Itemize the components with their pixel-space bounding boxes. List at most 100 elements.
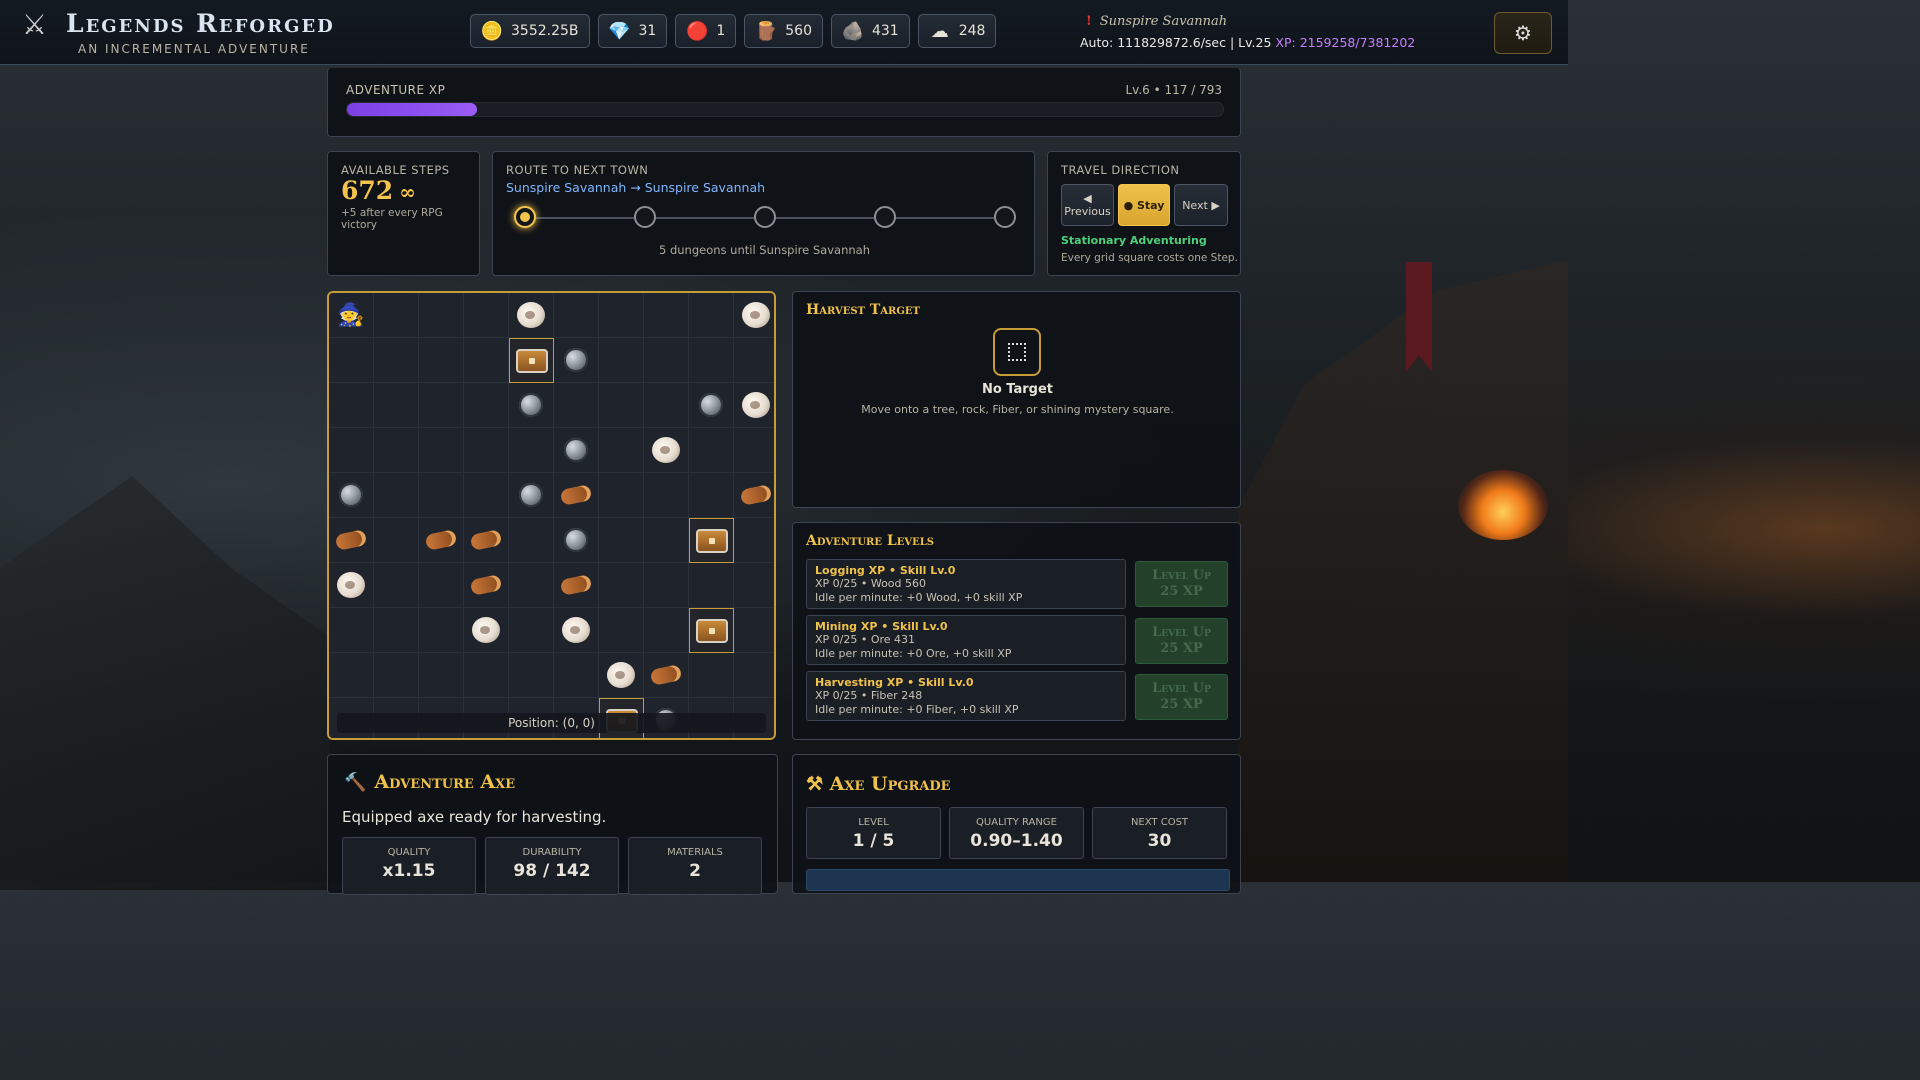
grid-cell[interactable] (689, 563, 734, 608)
grid-cell[interactable] (734, 293, 774, 338)
grid-cell[interactable] (509, 428, 554, 473)
grid-cell[interactable] (329, 383, 374, 428)
grid-cell[interactable] (554, 608, 599, 653)
grid-cell[interactable] (689, 383, 734, 428)
grid-cell[interactable] (689, 653, 734, 698)
route-link[interactable]: Sunspire Savannah → Sunspire Savannah (506, 180, 765, 195)
grid-cell[interactable] (329, 563, 374, 608)
resource-ore[interactable]: 🪨 431 (830, 14, 910, 48)
grid-cell[interactable] (644, 338, 689, 383)
grid-cell[interactable] (374, 428, 419, 473)
grid-cell[interactable] (599, 293, 644, 338)
grid-cell[interactable] (599, 338, 644, 383)
grid-cell[interactable] (734, 338, 774, 383)
grid-cell[interactable] (554, 338, 599, 383)
grid-cell[interactable] (644, 473, 689, 518)
grid-cell[interactable] (689, 293, 734, 338)
grid-cell[interactable] (509, 518, 554, 563)
grid-cell[interactable] (734, 428, 774, 473)
grid-cell[interactable] (734, 608, 774, 653)
grid-cell[interactable] (554, 563, 599, 608)
grid-cell[interactable] (374, 293, 419, 338)
grid-cell[interactable] (419, 473, 464, 518)
grid-cell[interactable] (599, 563, 644, 608)
grid-cell[interactable] (329, 518, 374, 563)
travel-previous-button[interactable]: ◀ Previous (1061, 184, 1114, 226)
grid-cell[interactable] (374, 383, 419, 428)
grid-cell[interactable] (464, 473, 509, 518)
grid-cell[interactable] (419, 518, 464, 563)
grid-cell[interactable] (464, 293, 509, 338)
grid-cell[interactable] (419, 293, 464, 338)
grid-cell[interactable] (464, 383, 509, 428)
harvesting-level-up-button[interactable]: Level Up 25 XP (1135, 674, 1228, 720)
grid-cell[interactable]: 🧙 (329, 293, 374, 338)
grid-cell[interactable] (554, 653, 599, 698)
grid-cell[interactable] (464, 653, 509, 698)
resource-wood[interactable]: 🪵 560 (744, 14, 823, 48)
grid-cell[interactable] (374, 563, 419, 608)
grid-cell[interactable] (509, 608, 554, 653)
grid-cell[interactable] (374, 338, 419, 383)
resource-crystals[interactable]: 🔴 1 (675, 14, 737, 48)
grid-cell[interactable] (464, 338, 509, 383)
upgrade-axe-button[interactable] (806, 869, 1230, 891)
grid-cell[interactable] (509, 338, 554, 383)
grid-cell[interactable] (599, 608, 644, 653)
grid-cell[interactable] (599, 473, 644, 518)
grid-cell[interactable] (734, 518, 774, 563)
grid-cell[interactable] (329, 608, 374, 653)
grid-cell[interactable] (644, 428, 689, 473)
grid-cell[interactable] (734, 473, 774, 518)
grid-cell[interactable] (689, 608, 734, 653)
grid-cell[interactable] (329, 653, 374, 698)
grid-cell[interactable] (644, 608, 689, 653)
travel-stay-button[interactable]: ● Stay (1118, 184, 1170, 226)
grid-cell[interactable] (644, 293, 689, 338)
grid-cell[interactable] (599, 518, 644, 563)
resource-gems[interactable]: 💎 31 (597, 14, 668, 48)
grid-cell[interactable] (734, 563, 774, 608)
grid-cell[interactable] (509, 563, 554, 608)
grid-cell[interactable] (554, 293, 599, 338)
settings-button[interactable]: ⚙ (1494, 12, 1552, 54)
grid-cell[interactable] (419, 563, 464, 608)
grid-cell[interactable] (689, 428, 734, 473)
mining-level-up-button[interactable]: Level Up 25 XP (1135, 618, 1228, 664)
grid-cell[interactable] (419, 338, 464, 383)
grid-cell[interactable] (419, 428, 464, 473)
grid-cell[interactable] (329, 428, 374, 473)
grid-cell[interactable] (599, 383, 644, 428)
grid-cell[interactable] (419, 653, 464, 698)
grid-cell[interactable] (509, 653, 554, 698)
grid-cell[interactable] (554, 518, 599, 563)
grid-cell[interactable] (419, 383, 464, 428)
grid-cell[interactable] (599, 653, 644, 698)
resource-fiber[interactable]: ☁ 248 (917, 14, 997, 48)
grid-cell[interactable] (734, 383, 774, 428)
grid-cell[interactable] (509, 383, 554, 428)
grid-cell[interactable] (464, 518, 509, 563)
grid-cell[interactable] (464, 563, 509, 608)
grid-cell[interactable] (554, 428, 599, 473)
grid-cell[interactable] (374, 653, 419, 698)
grid-cell[interactable] (464, 608, 509, 653)
grid-cell[interactable] (554, 473, 599, 518)
grid-cell[interactable] (644, 653, 689, 698)
grid-cell[interactable] (644, 518, 689, 563)
grid-cell[interactable] (689, 338, 734, 383)
grid-cell[interactable] (509, 293, 554, 338)
grid-cell[interactable] (554, 383, 599, 428)
grid-cell[interactable] (734, 653, 774, 698)
grid-cell[interactable] (374, 473, 419, 518)
grid-cell[interactable] (419, 608, 464, 653)
grid-cell[interactable] (374, 518, 419, 563)
grid-cell[interactable] (644, 563, 689, 608)
grid-cell[interactable] (689, 518, 734, 563)
travel-next-button[interactable]: Next ▶ (1174, 184, 1228, 226)
grid-cell[interactable] (329, 338, 374, 383)
resource-gold[interactable]: 🪙 3552.25B (470, 14, 590, 48)
grid-cell[interactable] (644, 383, 689, 428)
grid-cell[interactable] (509, 473, 554, 518)
grid-cell[interactable] (329, 473, 374, 518)
